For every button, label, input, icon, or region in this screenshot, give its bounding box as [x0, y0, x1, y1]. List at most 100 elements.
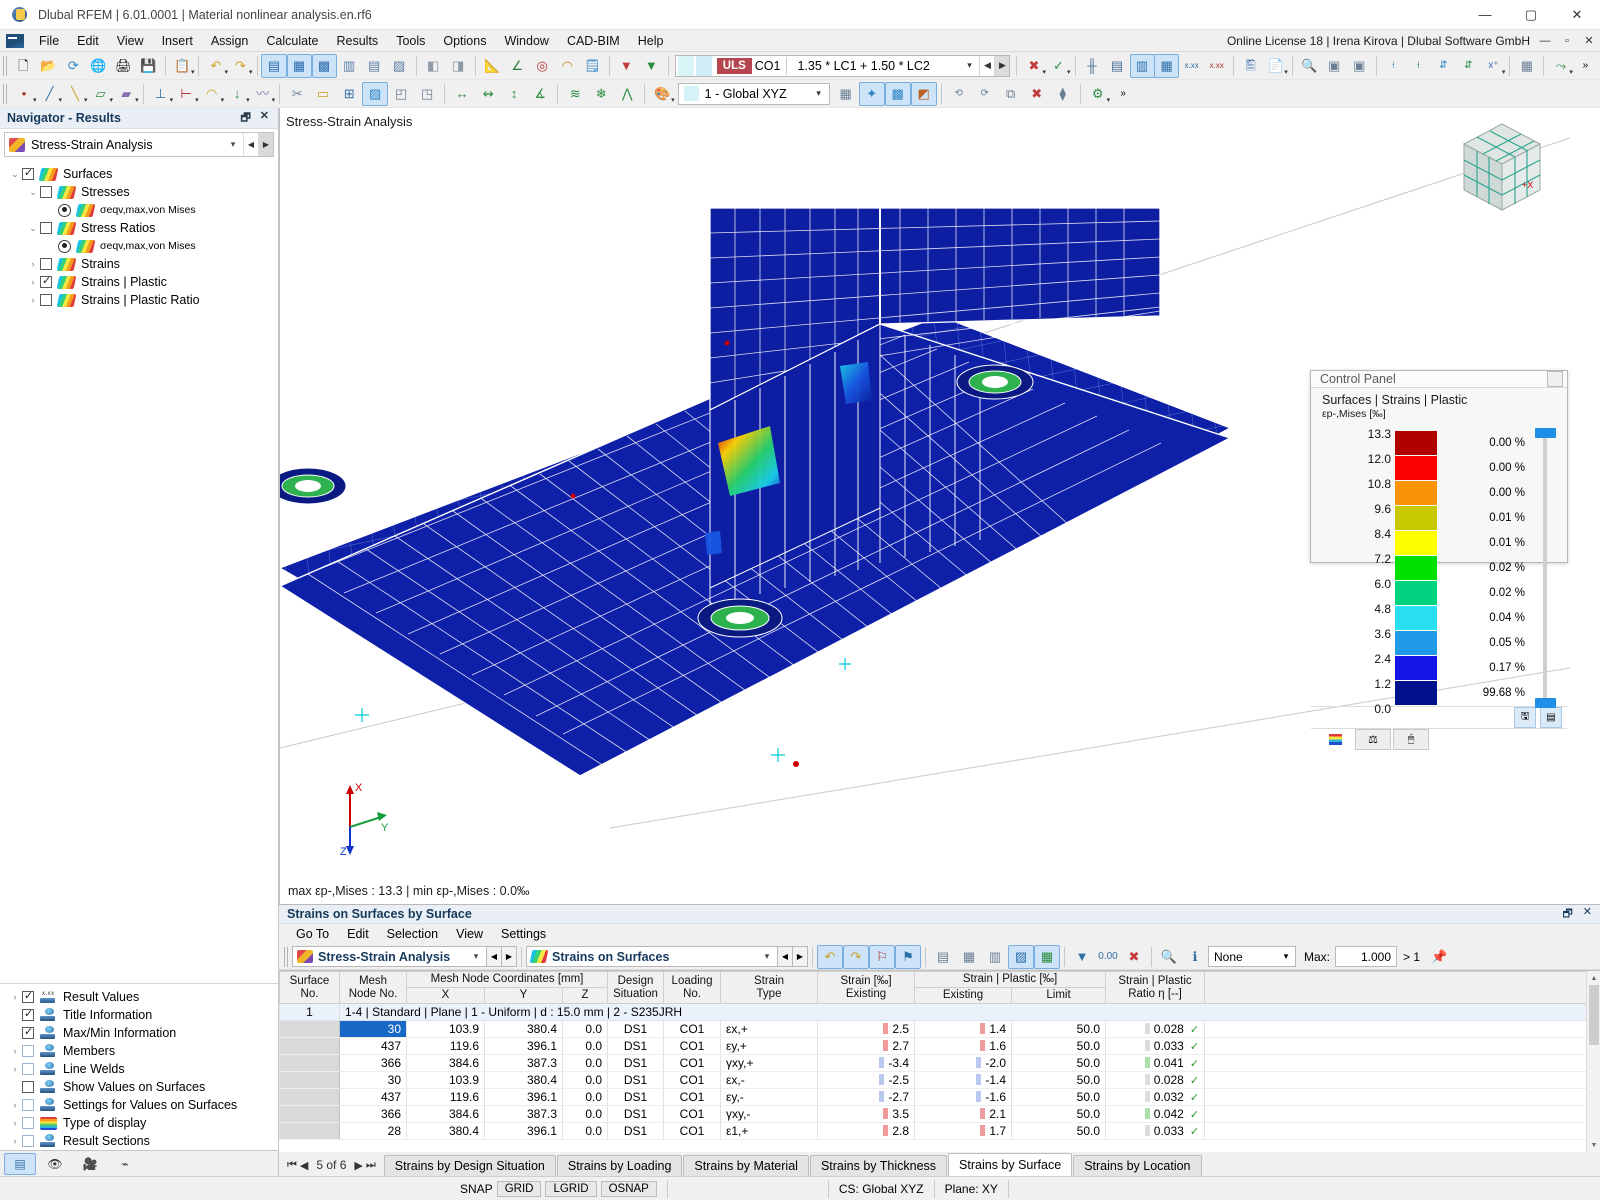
- settings-icon[interactable]: ⚙: [1085, 82, 1111, 106]
- tree-item-maxmin-information[interactable]: Max/Min Information: [0, 1024, 278, 1042]
- checkbox[interactable]: [22, 1045, 34, 1057]
- table-undo-icon[interactable]: ↶: [817, 944, 843, 969]
- tree-item-stresses[interactable]: ⌄ Stresses: [0, 183, 278, 201]
- checkbox[interactable]: [22, 1135, 34, 1147]
- pager-last-icon[interactable]: ⏭: [366, 1159, 376, 1172]
- pager-first-icon[interactable]: ⏮: [287, 1159, 297, 1172]
- hinge-icon[interactable]: ◠: [199, 82, 225, 106]
- cell-node[interactable]: 30: [339, 1020, 407, 1039]
- cell-plastic-existing[interactable]: -1.4: [914, 1071, 1012, 1090]
- pager-next-icon[interactable]: ▶: [354, 1159, 362, 1172]
- lc-next-button[interactable]: ▶: [994, 55, 1010, 76]
- table-filter-select[interactable]: None ▾: [1208, 946, 1296, 967]
- row-selector[interactable]: [279, 1088, 340, 1107]
- coordinate-system-selector[interactable]: 1 - Global XYZ ▾: [677, 82, 830, 105]
- table-flag-left-icon[interactable]: ⚐: [869, 944, 895, 969]
- view-mode-4-icon[interactable]: ▥: [337, 54, 362, 78]
- surface-create-icon[interactable]: ▱: [88, 82, 114, 106]
- cell-x[interactable]: 384.6: [406, 1105, 485, 1124]
- tree-item-result-values[interactable]: › x.xx Result Values: [0, 988, 278, 1006]
- result-value-icon[interactable]: ▦: [1154, 53, 1180, 78]
- cell-x[interactable]: 384.6: [406, 1054, 485, 1073]
- tab-strains-by-thickness[interactable]: Strains by Thickness: [809, 1155, 948, 1176]
- menu-edit[interactable]: Edit: [68, 32, 108, 50]
- menu-file[interactable]: File: [30, 32, 68, 50]
- grid-toggle-icon[interactable]: ▦: [833, 82, 859, 106]
- cell-z[interactable]: 0.0: [561, 1020, 608, 1039]
- table-result-next-button[interactable]: ▶: [793, 946, 808, 967]
- table-menu-view[interactable]: View: [447, 926, 492, 942]
- cell-plastic-limit[interactable]: 50.0: [1011, 1037, 1106, 1056]
- slider-thumb-min[interactable]: [1535, 698, 1556, 708]
- table-row[interactable]: 30 103.9 380.4 0.0 DS1 CO1 εx,- -2.5 -1.…: [279, 1071, 1600, 1090]
- cell-design-situation[interactable]: DS1: [607, 1088, 664, 1107]
- chevron-down-icon[interactable]: ▾: [1277, 951, 1295, 962]
- node-icon[interactable]: •: [11, 82, 37, 106]
- col-strain-type[interactable]: Strain Type: [720, 971, 819, 1005]
- cell-node[interactable]: 437: [339, 1037, 407, 1056]
- col-plastic-existing[interactable]: Existing: [914, 987, 1013, 1005]
- table-export-excel-icon[interactable]: ▦: [1034, 944, 1060, 969]
- cell-strain-existing[interactable]: -2.5: [817, 1071, 915, 1090]
- close-button[interactable]: ✕: [1554, 0, 1600, 30]
- surface-results-icon[interactable]: ▤: [1105, 54, 1130, 78]
- app-menu-icon[interactable]: [6, 33, 24, 48]
- chevron-right-icon[interactable]: ›: [8, 1064, 22, 1074]
- tab-strains-by-material[interactable]: Strains by Material: [683, 1155, 809, 1176]
- cell-x[interactable]: 119.6: [406, 1088, 485, 1107]
- cell-y[interactable]: 396.1: [484, 1088, 563, 1107]
- doc-restore-button[interactable]: ▫: [1556, 31, 1578, 51]
- tree-item-type-of-display[interactable]: › Type of display: [0, 1114, 278, 1132]
- table-row[interactable]: 30 103.9 380.4 0.0 DS1 CO1 εx,+ 2.5 1.4 …: [279, 1020, 1600, 1039]
- checkbox[interactable]: [22, 1007, 34, 1021]
- table-view-split-icon[interactable]: ▨: [1008, 944, 1034, 969]
- checkbox[interactable]: [40, 294, 52, 306]
- row-selector[interactable]: [279, 1122, 340, 1141]
- tree-item-sigma-eqv-ratios[interactable]: σeqv,max,von Mises: [0, 237, 278, 255]
- calc-icon[interactable]: ✓: [1046, 54, 1071, 78]
- cell-ratio[interactable]: 0.041 ✓: [1105, 1054, 1205, 1073]
- chevron-right-icon[interactable]: ›: [26, 277, 40, 287]
- prev-view-icon[interactable]: ⟲: [946, 82, 972, 106]
- cell-node[interactable]: 366: [339, 1054, 407, 1073]
- cell-plastic-limit[interactable]: 50.0: [1011, 1054, 1106, 1073]
- checkbox[interactable]: [22, 1099, 34, 1111]
- checkbox[interactable]: [40, 258, 52, 270]
- doc-minimize-button[interactable]: —: [1534, 31, 1556, 51]
- cell-ratio[interactable]: 0.032 ✓: [1105, 1088, 1205, 1107]
- cell-y[interactable]: 387.3: [484, 1105, 563, 1124]
- cell-y[interactable]: 387.3: [484, 1054, 563, 1073]
- refresh-icon[interactable]: ⟳: [61, 54, 86, 78]
- table-row[interactable]: 28 380.4 396.1 0.0 DS1 CO1 ε1,+ 2.8 1.7 …: [279, 1122, 1600, 1141]
- cell-strain-type[interactable]: ε1,+: [720, 1122, 818, 1141]
- grid-toggle-button[interactable]: GRID: [496, 1180, 542, 1197]
- tree-item-strains[interactable]: › Strains: [0, 255, 278, 273]
- table-view-compact-icon[interactable]: ▥: [982, 945, 1008, 969]
- cell-strain-type[interactable]: εx,-: [720, 1071, 818, 1090]
- checkbox[interactable]: [22, 1063, 34, 1075]
- member-icon[interactable]: ╲: [62, 82, 88, 106]
- scroll-up-icon[interactable]: ▲: [1587, 971, 1600, 985]
- col-plastic-limit[interactable]: Limit: [1011, 987, 1107, 1005]
- seismic-icon[interactable]: ⋀: [614, 82, 640, 106]
- sort-za-icon[interactable]: ⇵: [1456, 54, 1481, 78]
- cell-node[interactable]: 437: [339, 1088, 407, 1107]
- table-menu-settings[interactable]: Settings: [492, 926, 555, 942]
- lgrid-toggle-button[interactable]: LGRID: [545, 1180, 597, 1197]
- cell-z[interactable]: 0.0: [561, 1088, 608, 1107]
- row-selector[interactable]: [279, 1071, 340, 1090]
- measure-icon[interactable]: 📐: [480, 54, 505, 78]
- cell-z[interactable]: 0.0: [561, 1037, 608, 1056]
- tree-item-surfaces[interactable]: ⌄ Surfaces: [0, 165, 278, 183]
- legend-range-slider[interactable]: [1533, 426, 1557, 708]
- cell-plastic-existing[interactable]: 1.6: [914, 1037, 1012, 1056]
- menu-cad-bim[interactable]: CAD-BIM: [558, 32, 629, 50]
- tree-item-strains-plastic[interactable]: › Strains | Plastic: [0, 273, 278, 291]
- tab-strains-by-design-situation[interactable]: Strains by Design Situation: [383, 1155, 556, 1176]
- pager-prev-icon[interactable]: ◀: [300, 1159, 308, 1172]
- table-info-icon[interactable]: ℹ: [1182, 945, 1208, 969]
- support-icon[interactable]: ⊥: [148, 82, 174, 106]
- report-icon[interactable]: 📄: [1263, 54, 1288, 78]
- row-selector[interactable]: [279, 1054, 340, 1073]
- result-xxx2-icon[interactable]: x.xx: [1204, 54, 1229, 78]
